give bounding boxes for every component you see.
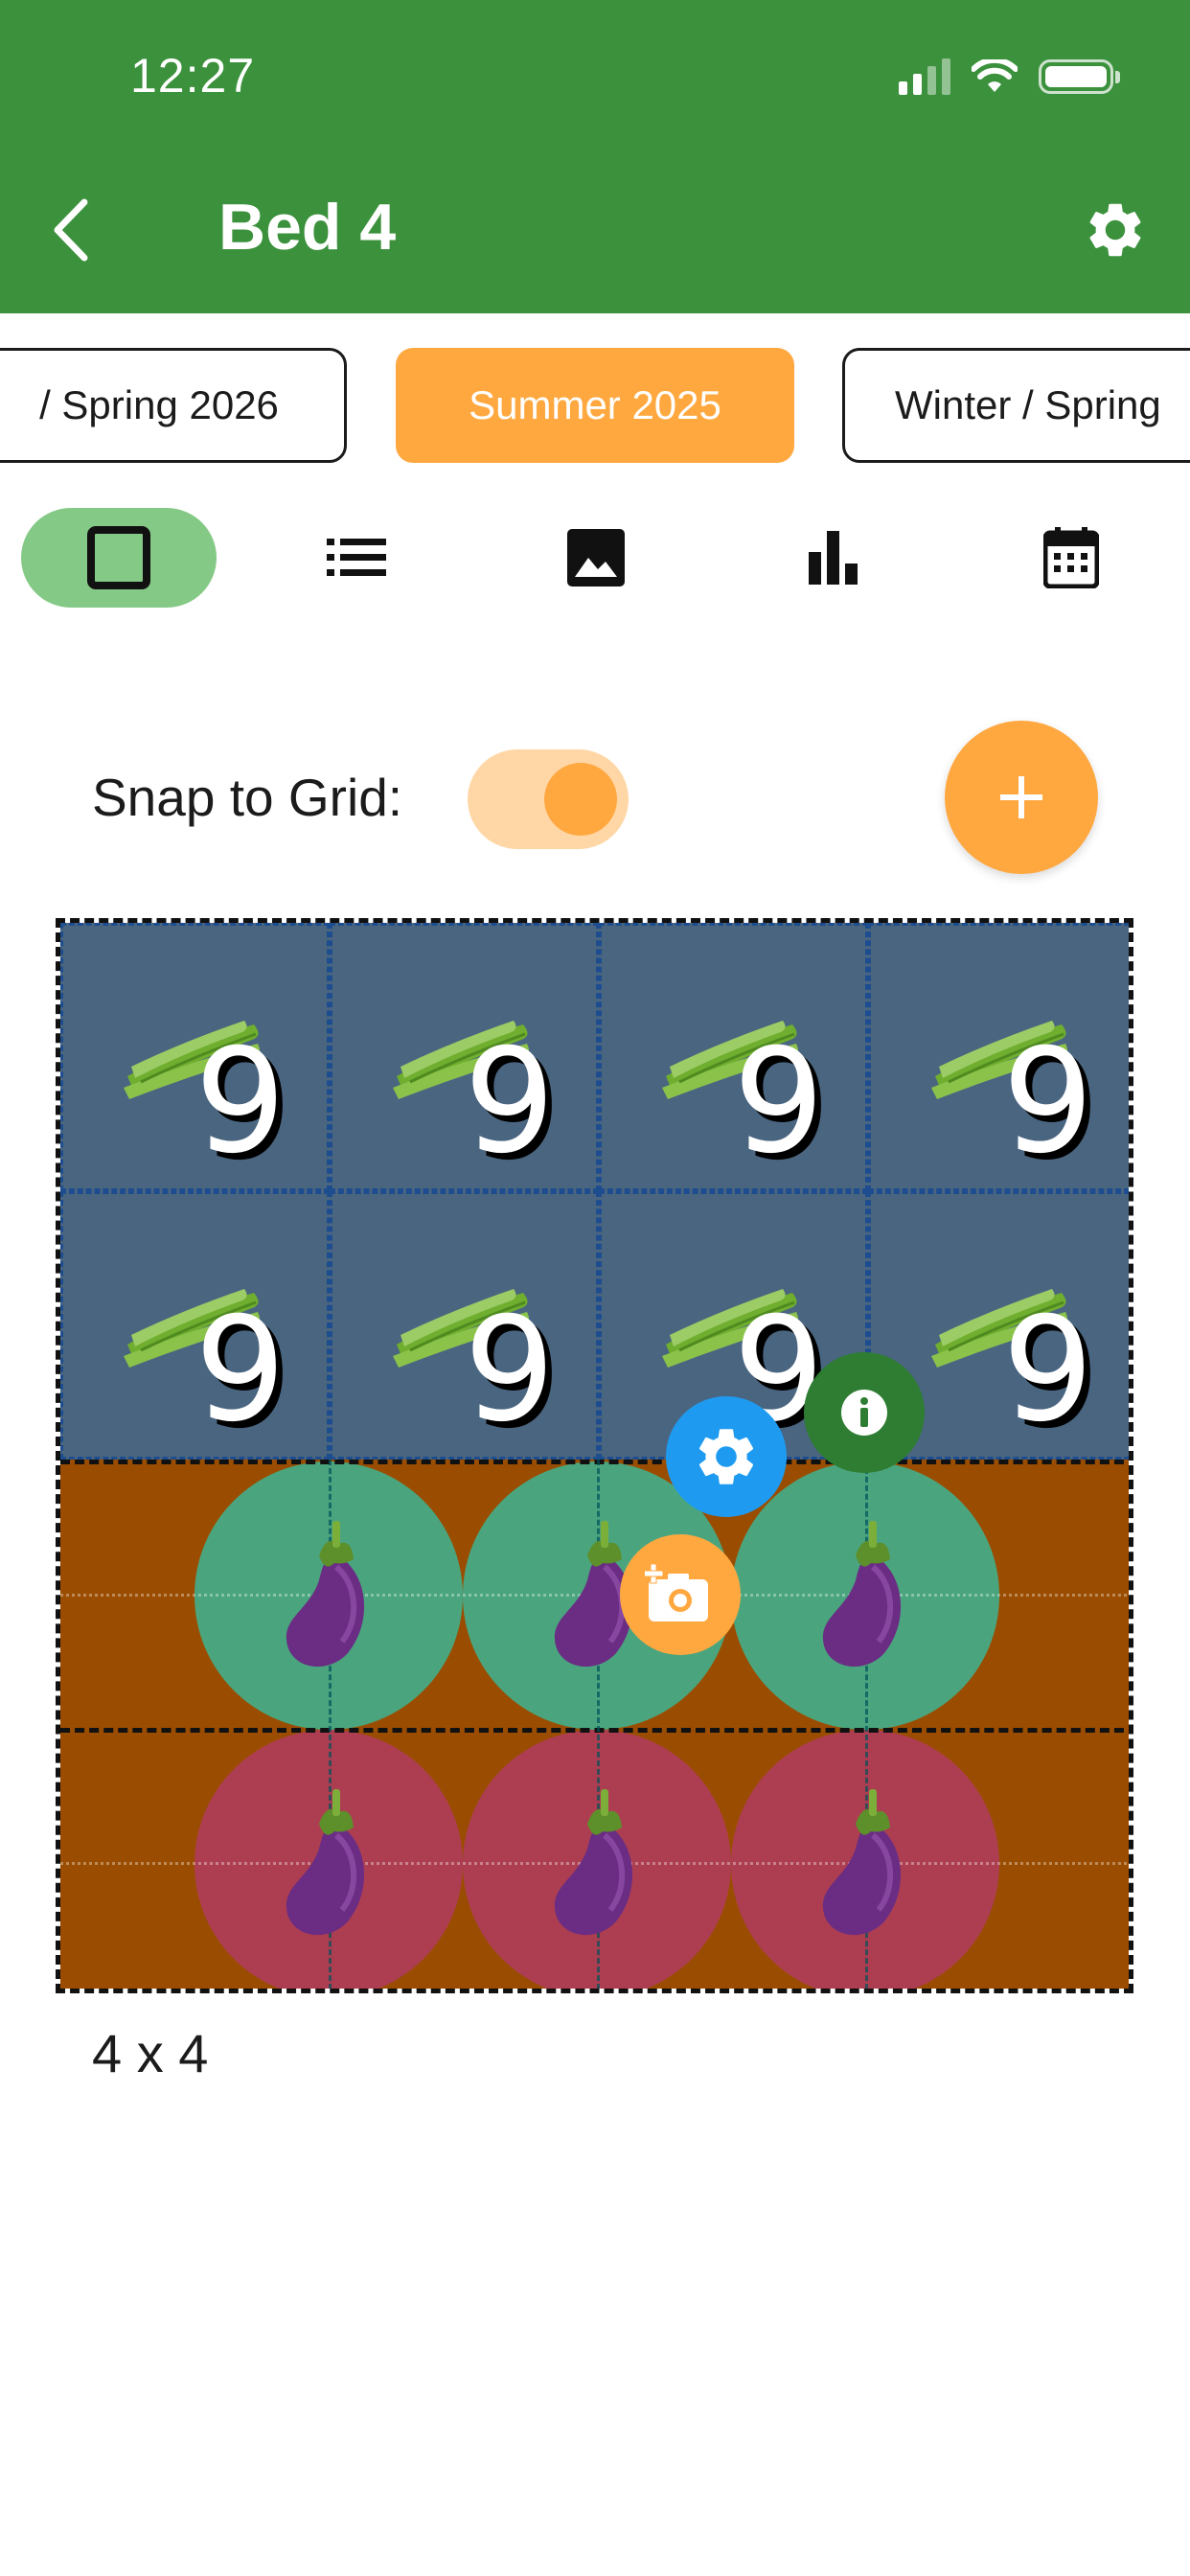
tab-photos[interactable] bbox=[546, 508, 646, 608]
plant-count: 9 bbox=[464, 1019, 556, 1185]
garden-bed-grid[interactable]: 99999999 bbox=[56, 918, 1133, 1993]
signal-icon bbox=[899, 58, 950, 95]
bed-dimensions: 4 x 4 bbox=[92, 2023, 209, 2083]
season-label: Summer 2025 bbox=[469, 382, 721, 427]
plant-settings-button[interactable] bbox=[666, 1396, 787, 1517]
snap-to-grid-label: Snap to Grid: bbox=[92, 768, 403, 827]
eggplant-icon bbox=[281, 1517, 373, 1675]
eggplant-icon bbox=[281, 1785, 373, 1944]
camera-plus-icon bbox=[645, 1564, 708, 1622]
wifi-icon bbox=[972, 59, 1018, 92]
plus-icon bbox=[1000, 776, 1042, 818]
toggle-knob bbox=[544, 763, 617, 836]
season-label: Winter / Spring bbox=[895, 382, 1161, 427]
tab-list[interactable] bbox=[307, 508, 406, 608]
gear-icon bbox=[698, 1429, 754, 1484]
eggplant-icon bbox=[817, 1517, 909, 1675]
plant-count: 9 bbox=[195, 1019, 286, 1185]
square-icon bbox=[87, 526, 150, 589]
status-icons bbox=[899, 58, 1120, 96]
gear-icon[interactable] bbox=[1083, 197, 1148, 263]
info-button[interactable] bbox=[804, 1352, 925, 1473]
image-icon bbox=[567, 529, 625, 586]
tab-stats[interactable] bbox=[784, 508, 883, 608]
info-icon bbox=[841, 1390, 887, 1436]
page-title: Bed 4 bbox=[218, 191, 397, 264]
bar-chart-icon bbox=[809, 531, 858, 585]
season-tab-summer-2025[interactable]: Summer 2025 bbox=[396, 348, 794, 463]
status-time: 12:27 bbox=[130, 49, 256, 103]
add-plant-button[interactable] bbox=[945, 721, 1098, 874]
plant-count: 9 bbox=[1002, 1019, 1094, 1185]
battery-icon bbox=[1039, 59, 1120, 94]
plant-count: 9 bbox=[464, 1287, 556, 1454]
plant-count: 9 bbox=[195, 1287, 286, 1454]
plant-count: 9 bbox=[1002, 1287, 1094, 1454]
season-tab-winter-spring[interactable]: Winter / Spring bbox=[842, 348, 1190, 463]
season-label: / Spring 2026 bbox=[39, 382, 279, 427]
chevron-left-icon[interactable] bbox=[48, 196, 96, 264]
eggplant-icon bbox=[549, 1785, 641, 1944]
snap-to-grid-toggle[interactable] bbox=[468, 749, 629, 849]
season-tab-spring-2026[interactable]: / Spring 2026 bbox=[0, 348, 347, 463]
app-header: 12:27 Bed 4 bbox=[0, 0, 1190, 313]
tab-grid[interactable] bbox=[21, 508, 217, 608]
add-photo-button[interactable] bbox=[620, 1534, 741, 1655]
plant-count: 9 bbox=[733, 1019, 825, 1185]
tab-calendar[interactable] bbox=[1021, 508, 1121, 608]
calendar-icon bbox=[1043, 527, 1099, 588]
list-icon bbox=[327, 539, 386, 576]
eggplant-icon bbox=[817, 1785, 909, 1944]
